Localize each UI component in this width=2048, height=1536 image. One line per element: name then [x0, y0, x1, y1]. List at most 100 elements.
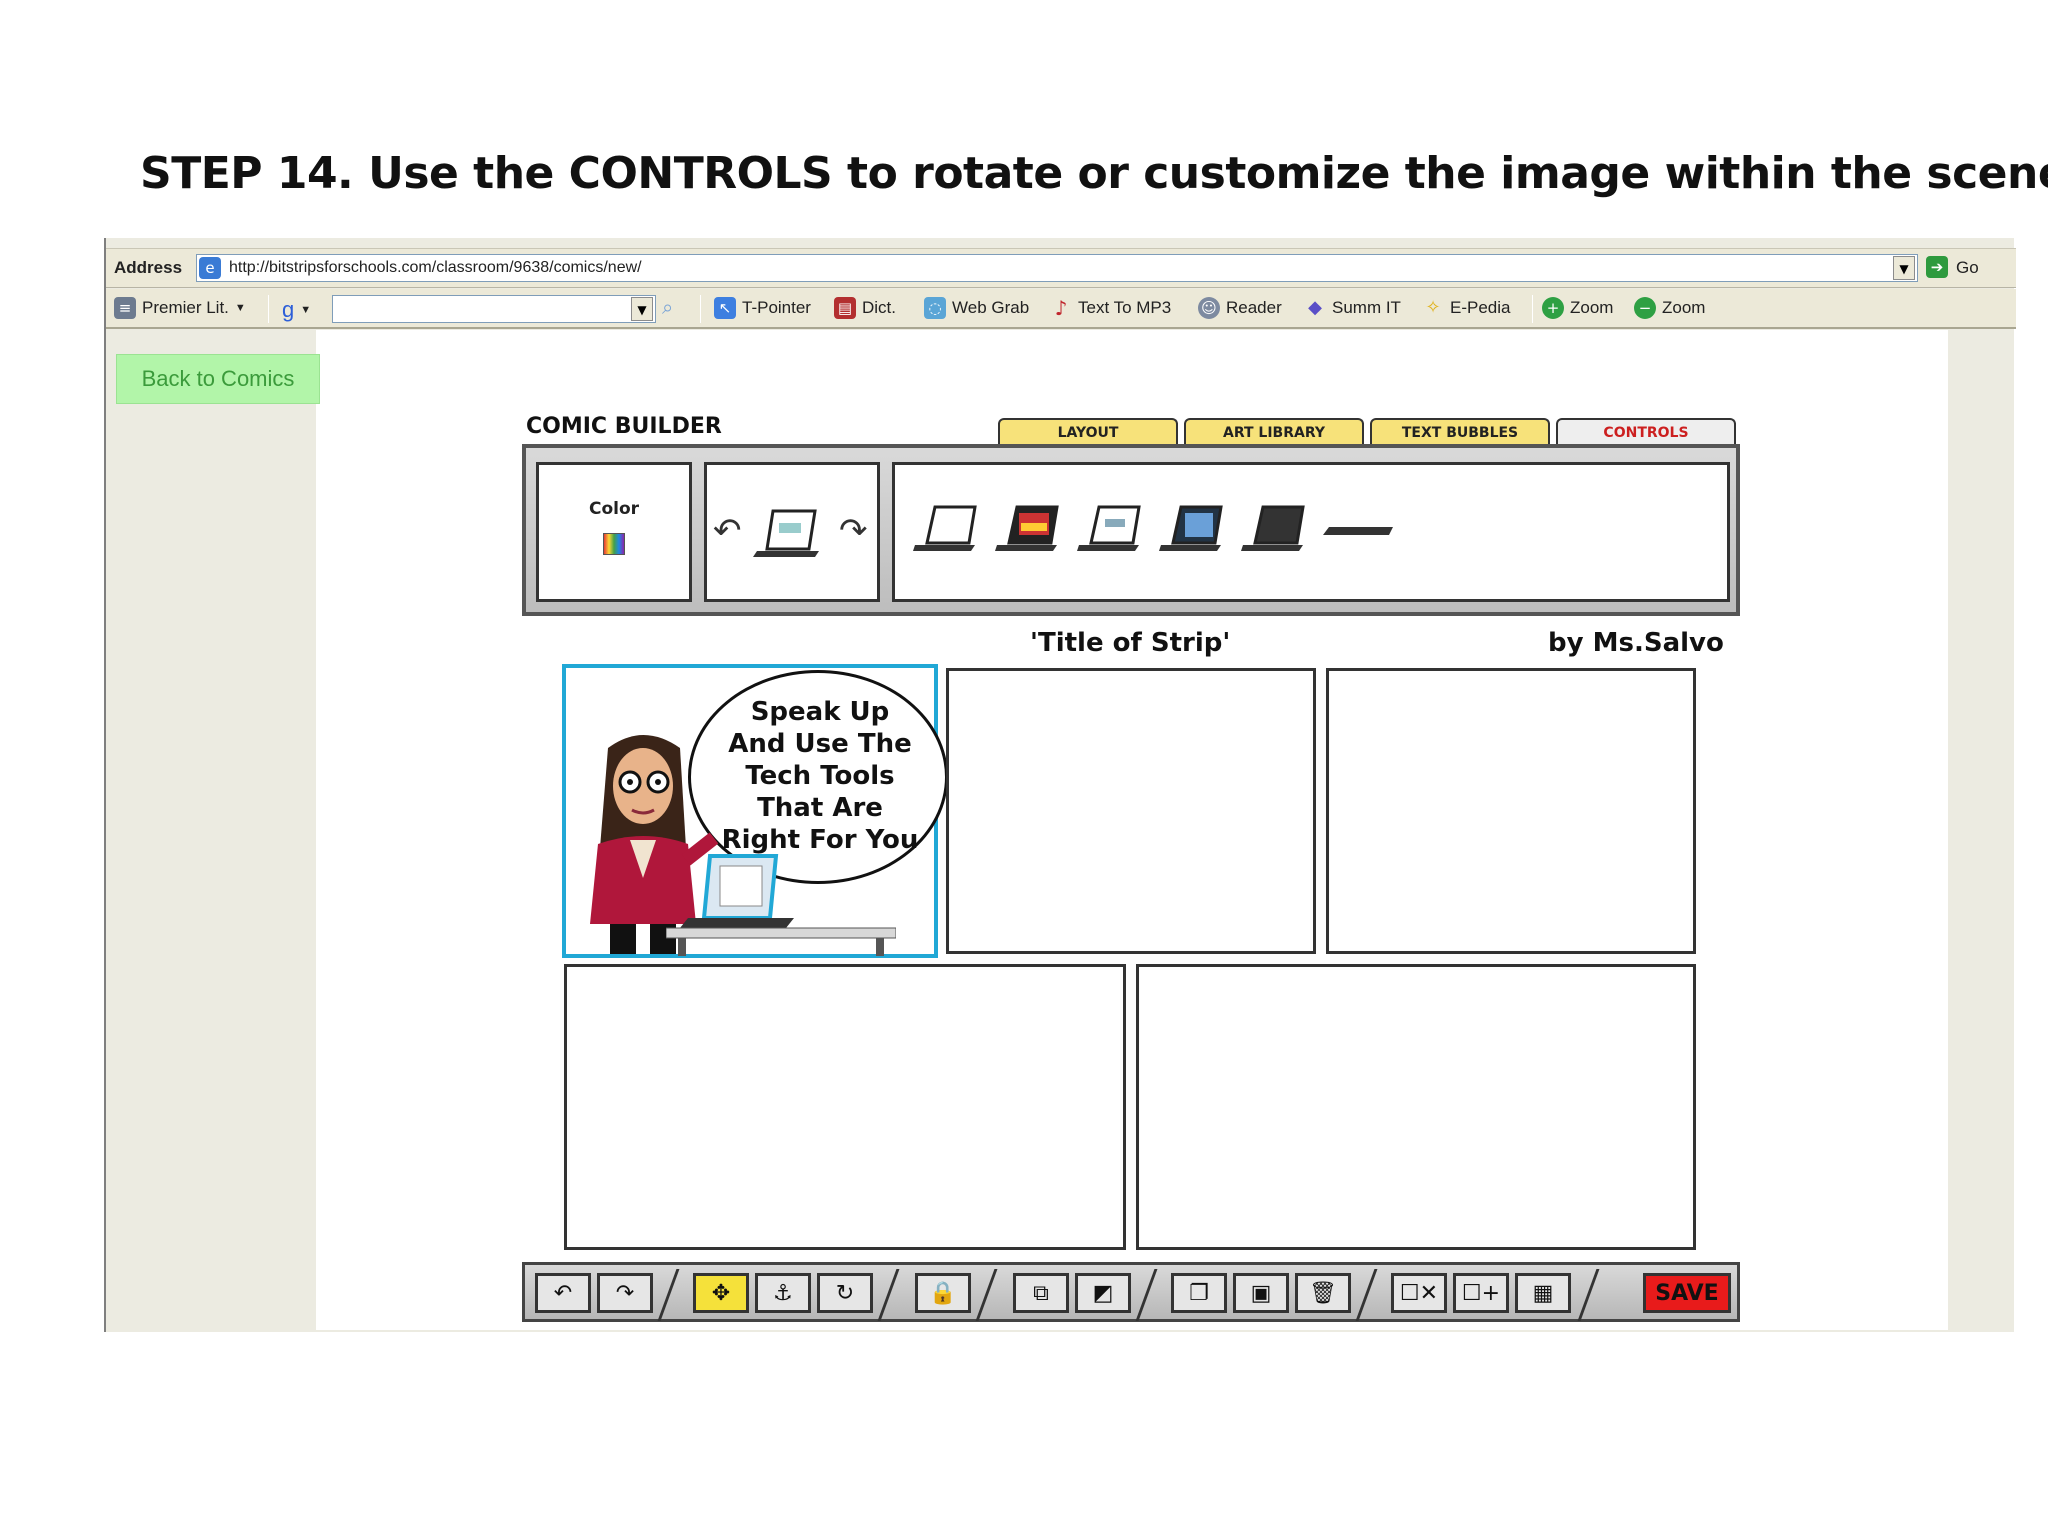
- panel-grid-icon: ▦: [1532, 1280, 1554, 1306]
- t-pointer-button[interactable]: ↖ T-Pointer: [714, 297, 811, 319]
- e-pedia-button[interactable]: ✧ E-Pedia: [1422, 297, 1510, 319]
- premier-label: Premier Lit.: [142, 298, 229, 317]
- slide-title: STEP 14. Use the CONTROLS to rotate or c…: [140, 148, 2048, 199]
- summ-it-label: Summ IT: [1332, 298, 1401, 317]
- remove-panel-button[interactable]: ☐✕: [1391, 1273, 1447, 1313]
- copy-icon: ❐: [1189, 1280, 1209, 1306]
- comic-builder-title: COMIC BUILDER: [526, 414, 722, 439]
- copy-button[interactable]: ❐: [1171, 1273, 1227, 1313]
- comic-panel-1[interactable]: Speak Up And Use The Tech Tools That Are…: [562, 664, 948, 958]
- redo-icon: ↷: [615, 1280, 635, 1306]
- move-button[interactable]: ✥: [693, 1273, 749, 1313]
- paste-button[interactable]: ▣: [1233, 1273, 1289, 1313]
- zoom-out-button[interactable]: − Zoom: [1634, 297, 1705, 319]
- address-input[interactable]: e http://bitstripsforschools.com/classro…: [196, 254, 1918, 282]
- laptop-variant-google-icon[interactable]: [1077, 501, 1147, 557]
- reader-icon: ☺: [1198, 297, 1220, 319]
- page-icon: e: [199, 257, 221, 279]
- undo-button[interactable]: ↶: [535, 1273, 591, 1313]
- tab-text-bubbles[interactable]: TEXT BUBBLES: [1370, 418, 1550, 446]
- search-input[interactable]: ▼: [332, 295, 656, 323]
- premier-button[interactable]: ≡ Premier Lit. ▼: [114, 297, 246, 319]
- divider: [700, 295, 701, 323]
- builder-toolbar: ↶ ↷ ✥ ⚓ ↻ 🔒 ⧉ ◩ ❐ ▣ 🗑 ☐✕ ☐+ ▦ SAVE: [522, 1262, 1740, 1322]
- bubble-line: That Are: [757, 793, 883, 823]
- laptop-variant-off-icon[interactable]: [1241, 501, 1311, 557]
- controls-panel: Color ↶ ↷: [522, 444, 1740, 616]
- tab-layout[interactable]: LAYOUT: [998, 418, 1178, 446]
- laptop-variant-video-icon[interactable]: [995, 501, 1065, 557]
- book-icon: ▤: [834, 297, 856, 319]
- tab-art-library[interactable]: ART LIBRARY: [1184, 418, 1364, 446]
- bubble-line: And Use The: [728, 729, 912, 759]
- pointer-icon: ↖: [714, 297, 736, 319]
- strip-title[interactable]: 'Title of Strip': [1030, 628, 1230, 658]
- zoom-in-icon: +: [1542, 297, 1564, 319]
- address-dropdown[interactable]: ▼: [1893, 256, 1915, 280]
- zoom-in-label: Zoom: [1570, 298, 1614, 317]
- color-control[interactable]: Color: [536, 462, 692, 602]
- speech-bubble-text: Speak Up And Use The Tech Tools That Are…: [702, 696, 938, 856]
- comic-panel-2[interactable]: [946, 668, 1316, 954]
- comic-panel-4[interactable]: [564, 964, 1126, 1250]
- zoom-in-button[interactable]: + Zoom: [1542, 297, 1613, 319]
- panel-layout-button[interactable]: ▦: [1515, 1273, 1571, 1313]
- back-to-comics-button[interactable]: Back to Comics: [116, 354, 320, 404]
- divider: [1135, 1269, 1158, 1321]
- bring-front-button[interactable]: ◩: [1075, 1273, 1131, 1313]
- rotate-right-icon[interactable]: ↷: [839, 511, 868, 551]
- go-button[interactable]: Go: [1956, 258, 1979, 278]
- divider: [975, 1269, 998, 1321]
- divider: [1355, 1269, 1378, 1321]
- rotate-icon: ↻: [835, 1280, 855, 1306]
- grab-icon: ◌: [924, 297, 946, 319]
- rotate-button[interactable]: ↻: [817, 1273, 873, 1313]
- bring-front-icon: ◩: [1092, 1280, 1114, 1306]
- dict-label: Dict.: [862, 298, 896, 317]
- address-label: Address: [114, 258, 183, 277]
- chevron-down-icon: ▼: [300, 304, 312, 316]
- laptop-variant-desktop-icon[interactable]: [1159, 501, 1229, 557]
- rotate-control: ↶ ↷: [704, 462, 880, 602]
- divider: [268, 295, 269, 323]
- add-panel-icon: ☐+: [1461, 1280, 1501, 1306]
- add-panel-button[interactable]: ☐+: [1453, 1273, 1509, 1313]
- zoom-out-icon: −: [1634, 297, 1656, 319]
- web-grab-label: Web Grab: [952, 298, 1030, 317]
- gem-icon: ◆: [1308, 297, 1322, 318]
- send-back-button[interactable]: ⧉: [1013, 1273, 1069, 1313]
- redo-button[interactable]: ↷: [597, 1273, 653, 1313]
- laptop-variant-closed-icon[interactable]: [1321, 523, 1397, 543]
- summ-it-button[interactable]: ◆ Summ IT: [1304, 297, 1401, 319]
- position-button[interactable]: ⚓: [755, 1273, 811, 1313]
- laptop-variant-blank-icon[interactable]: [913, 501, 983, 557]
- anchor-icon: ⚓: [773, 1280, 793, 1306]
- bubble-line: Speak Up: [750, 697, 890, 727]
- comic-panel-5[interactable]: [1136, 964, 1696, 1250]
- dict-button[interactable]: ▤ Dict.: [834, 297, 896, 319]
- remove-panel-icon: ☐✕: [1399, 1280, 1439, 1306]
- text-to-mp3-button[interactable]: ♪ Text To MP3: [1050, 296, 1172, 320]
- rotate-left-icon[interactable]: ↶: [713, 511, 742, 551]
- go-arrow-icon[interactable]: ➔: [1926, 256, 1948, 278]
- divider: [657, 1269, 680, 1321]
- color-label: Color: [588, 499, 640, 519]
- web-grab-button[interactable]: ◌ Web Grab: [924, 297, 1029, 319]
- paste-icon: ▣: [1250, 1280, 1272, 1306]
- laptop-on-table[interactable]: [666, 852, 896, 958]
- divider: [1532, 295, 1533, 323]
- undo-icon: ↶: [553, 1280, 573, 1306]
- color-swatch-icon[interactable]: [603, 533, 625, 555]
- save-button[interactable]: SAVE: [1643, 1273, 1731, 1313]
- comic-panel-3[interactable]: [1326, 668, 1696, 954]
- reader-button[interactable]: ☺ Reader: [1198, 297, 1282, 319]
- search-icon[interactable]: ⌕: [662, 297, 673, 320]
- search-dropdown[interactable]: ▼: [631, 297, 653, 321]
- url-text: http://bitstripsforschools.com/classroom…: [229, 259, 642, 276]
- tab-controls[interactable]: CONTROLS: [1556, 418, 1736, 446]
- lock-button[interactable]: 🔒: [915, 1273, 971, 1313]
- delete-button[interactable]: 🗑: [1295, 1273, 1351, 1313]
- google-menu[interactable]: g ▼: [282, 297, 311, 323]
- music-note-icon: ♪: [1054, 296, 1068, 320]
- text-to-mp3-label: Text To MP3: [1078, 298, 1172, 317]
